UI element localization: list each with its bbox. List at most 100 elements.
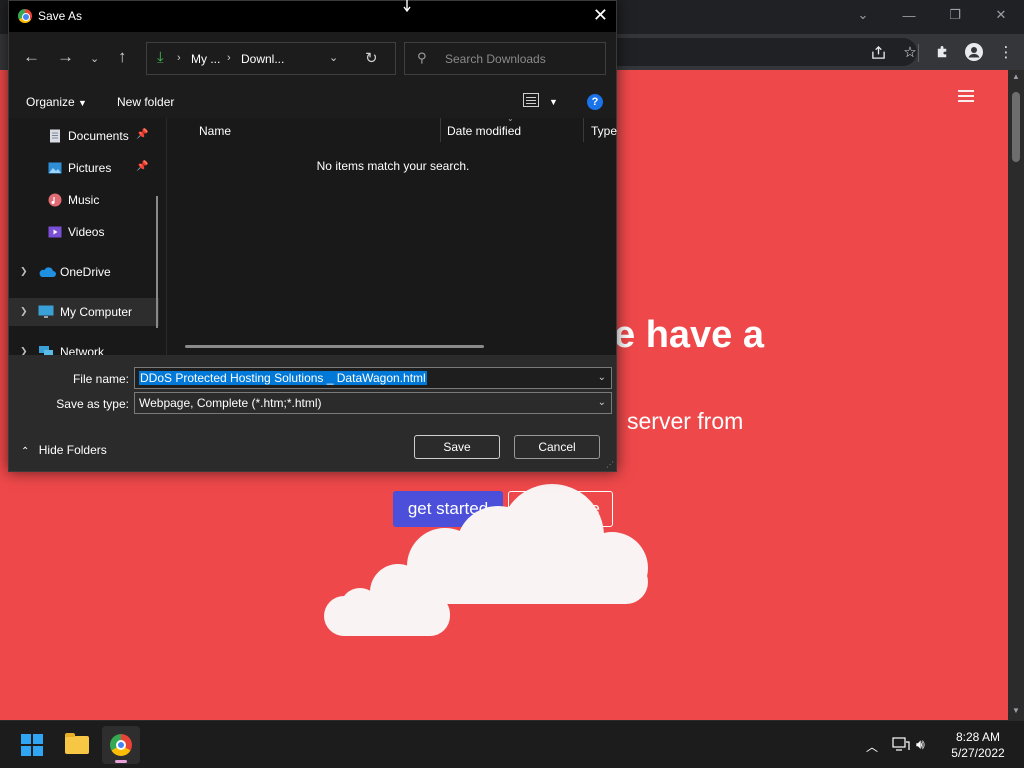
view-dropdown-chevron-icon[interactable]: ▼ (549, 97, 558, 107)
pin-icon[interactable]: 📌 (136, 129, 148, 140)
refresh-icon[interactable]: ↻ (365, 49, 378, 67)
nav-item-my-computer[interactable]: ❯ My Computer (9, 298, 159, 326)
nav-item-label: Documents (68, 129, 129, 143)
nav-item-label: Music (68, 193, 100, 207)
file-list: Name ⌄ Date modified Type No items match… (167, 114, 617, 355)
search-input[interactable]: ⚲ Search Downloads (404, 42, 606, 75)
expand-chevron-icon[interactable]: ❯ (20, 266, 28, 277)
dialog-body: Documents 📌 Pictures 📌 Music Videos ❯ On… (9, 114, 617, 355)
recent-locations-chevron-icon[interactable]: ⌄ (90, 52, 99, 65)
taskbar: ︿ 🔊︎ 8:28 AM 5/27/2022 (0, 720, 1024, 768)
start-button[interactable] (13, 726, 51, 764)
chevron-up-icon: ⌃ (21, 446, 30, 457)
save-options-panel: File name: DDoS Protected Hosting Soluti… (9, 355, 616, 471)
navigation-pane: Documents 📌 Pictures 📌 Music Videos ❯ On… (9, 118, 161, 355)
column-header-type[interactable]: Type (591, 124, 617, 138)
cancel-button[interactable]: Cancel (514, 435, 600, 459)
expand-chevron-icon[interactable]: ❯ (20, 346, 28, 355)
scroll-down-icon[interactable]: ▼ (1008, 706, 1024, 718)
videos-icon (48, 226, 62, 238)
chevron-down-icon[interactable]: ⌄ (598, 372, 606, 383)
save-as-type-select[interactable]: Webpage, Complete (*.htm;*.html) ⌄ (134, 392, 612, 414)
help-icon[interactable]: ? (587, 94, 603, 110)
profile-icon[interactable] (962, 40, 986, 64)
scroll-up-icon[interactable]: ▲ (1008, 72, 1024, 84)
organize-label: Organize (26, 95, 75, 109)
column-divider[interactable] (440, 118, 441, 142)
network-status-icon[interactable] (892, 736, 910, 755)
breadcrumb-downloads[interactable]: Downl... (241, 52, 284, 66)
browser-window-controls: ⌄ — ❐ ✕ (840, 0, 1024, 30)
cursor-icon (403, 0, 411, 12)
new-folder-button[interactable]: New folder (117, 95, 174, 109)
dialog-title: Save As (38, 9, 83, 23)
close-icon[interactable]: ✕ (593, 5, 608, 26)
menu-icon[interactable]: ⋮ (994, 40, 1018, 64)
hamburger-menu-icon[interactable] (958, 90, 974, 102)
network-icon (39, 346, 53, 355)
documents-icon (50, 129, 60, 143)
download-icon: ⤓ (157, 49, 164, 66)
nav-item-label: Pictures (68, 161, 112, 175)
clock-date: 5/27/2022 (951, 746, 1005, 760)
breadcrumb-chevron-icon[interactable]: › (227, 52, 231, 64)
chevron-down-icon[interactable]: ⌄ (598, 397, 606, 408)
nav-item-videos[interactable]: Videos (9, 218, 159, 246)
nav-item-onedrive[interactable]: ❯ OneDrive (9, 258, 159, 286)
scrollbar-thumb[interactable] (1012, 92, 1020, 162)
nav-item-music[interactable]: Music (9, 186, 159, 214)
clock-time: 8:28 AM (955, 730, 1001, 744)
view-options-icon[interactable] (523, 93, 539, 107)
organize-button[interactable]: Organize ▼ (26, 95, 87, 109)
computer-icon (38, 305, 54, 318)
minimize-button[interactable]: — (886, 0, 932, 30)
pin-icon[interactable]: 📌 (136, 161, 148, 172)
empty-message: No items match your search. (316, 159, 470, 173)
address-dropdown-chevron-icon[interactable]: ⌄ (329, 51, 338, 64)
search-placeholder: Search Downloads (445, 52, 546, 66)
nav-item-documents[interactable]: Documents 📌 (9, 122, 159, 150)
breadcrumb-my-computer[interactable]: My ... (191, 52, 220, 66)
back-arrow-icon[interactable]: ← (23, 47, 40, 67)
save-button[interactable]: Save (414, 435, 500, 459)
close-window-button[interactable]: ✕ (978, 0, 1024, 30)
column-header-date-modified[interactable]: Date modified (447, 124, 521, 138)
forward-arrow-icon[interactable]: → (57, 47, 74, 67)
nav-item-label: OneDrive (60, 265, 111, 279)
star-icon[interactable]: ☆ (898, 40, 922, 64)
tab-search-button[interactable]: ⌄ (840, 0, 886, 30)
file-explorer-icon (65, 733, 89, 754)
nav-item-pictures[interactable]: Pictures 📌 (9, 154, 159, 182)
show-hidden-icons-chevron-icon[interactable]: ︿ (866, 738, 878, 755)
share-icon[interactable] (866, 40, 890, 64)
system-clock[interactable]: 8:28 AM 5/27/2022 (938, 729, 1018, 761)
restore-button[interactable]: ❐ (932, 0, 978, 30)
navigation-pane-scrollbar[interactable] (156, 196, 158, 328)
hero-subtitle: server from (627, 408, 744, 434)
hide-folders-button[interactable]: ⌃ Hide Folders (21, 443, 107, 457)
save-as-dialog: Save As ✕ ← → ⌄ ↑ ⤓ › My ... › Downl... … (8, 0, 617, 472)
address-breadcrumb[interactable]: ⤓ › My ... › Downl... ⌄ ↻ (146, 42, 396, 75)
file-explorer-button[interactable] (58, 726, 96, 764)
chrome-logo-icon (18, 9, 32, 23)
column-header-name[interactable]: Name (199, 124, 231, 138)
resize-grip-icon[interactable]: ⋰ (606, 460, 614, 469)
nav-item-label: Videos (68, 225, 105, 239)
volume-icon[interactable]: 🔊︎ (916, 736, 925, 753)
extensions-icon[interactable] (930, 40, 954, 64)
hide-folders-label: Hide Folders (38, 443, 107, 457)
start-icon (21, 734, 43, 756)
nav-item-label: My Computer (60, 305, 133, 319)
breadcrumb-chevron-icon[interactable]: › (177, 52, 181, 64)
horizontal-scrollbar[interactable] (185, 345, 484, 348)
column-divider[interactable] (583, 118, 584, 142)
music-icon (48, 193, 62, 207)
nav-item-network[interactable]: ❯ Network (9, 338, 159, 355)
up-arrow-icon[interactable]: ↑ (118, 47, 127, 67)
chrome-taskbar-button[interactable] (102, 726, 140, 764)
navigation-bar: ← → ⌄ ↑ ⤓ › My ... › Downl... ⌄ ↻ ⚲ Sear… (9, 32, 616, 86)
save-as-type-value: Webpage, Complete (*.htm;*.html) (139, 396, 322, 410)
file-name-input[interactable]: DDoS Protected Hosting Solutions _ DataW… (134, 367, 612, 389)
expand-chevron-icon[interactable]: ❯ (20, 306, 28, 317)
page-scrollbar[interactable]: ▲ ▼ (1008, 70, 1024, 720)
